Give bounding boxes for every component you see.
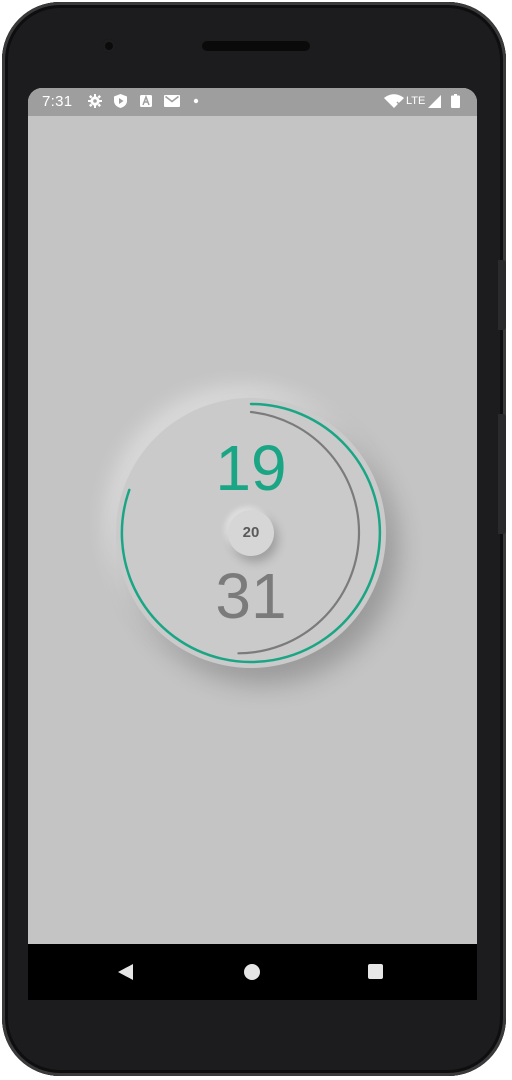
top-value: 19	[215, 432, 287, 504]
gmail-icon	[164, 95, 180, 107]
earpiece-speaker	[202, 41, 310, 51]
notification-dot-icon	[193, 98, 199, 104]
dial-widget[interactable]: 19 20 31	[116, 398, 386, 668]
status-bar: 7:31 LTE	[28, 88, 477, 116]
power-button	[498, 260, 506, 330]
font-icon	[140, 94, 152, 107]
recents-icon[interactable]	[368, 964, 383, 979]
settings-icon	[88, 94, 102, 108]
front-camera	[102, 39, 116, 53]
status-time: 7:31	[42, 93, 73, 110]
battery-icon	[451, 94, 460, 108]
center-knob[interactable]: 20	[228, 510, 274, 556]
signal-icon	[428, 95, 441, 108]
wifi-icon	[384, 94, 404, 108]
navigation-bar	[28, 944, 477, 1000]
play-protect-icon	[114, 94, 127, 108]
home-icon[interactable]	[244, 964, 260, 980]
screen: 7:31 LTE 19 20 31	[28, 88, 477, 944]
bottom-value: 31	[215, 560, 287, 632]
back-icon[interactable]	[118, 964, 133, 980]
volume-button	[498, 414, 506, 534]
network-type-label: LTE	[406, 95, 426, 107]
